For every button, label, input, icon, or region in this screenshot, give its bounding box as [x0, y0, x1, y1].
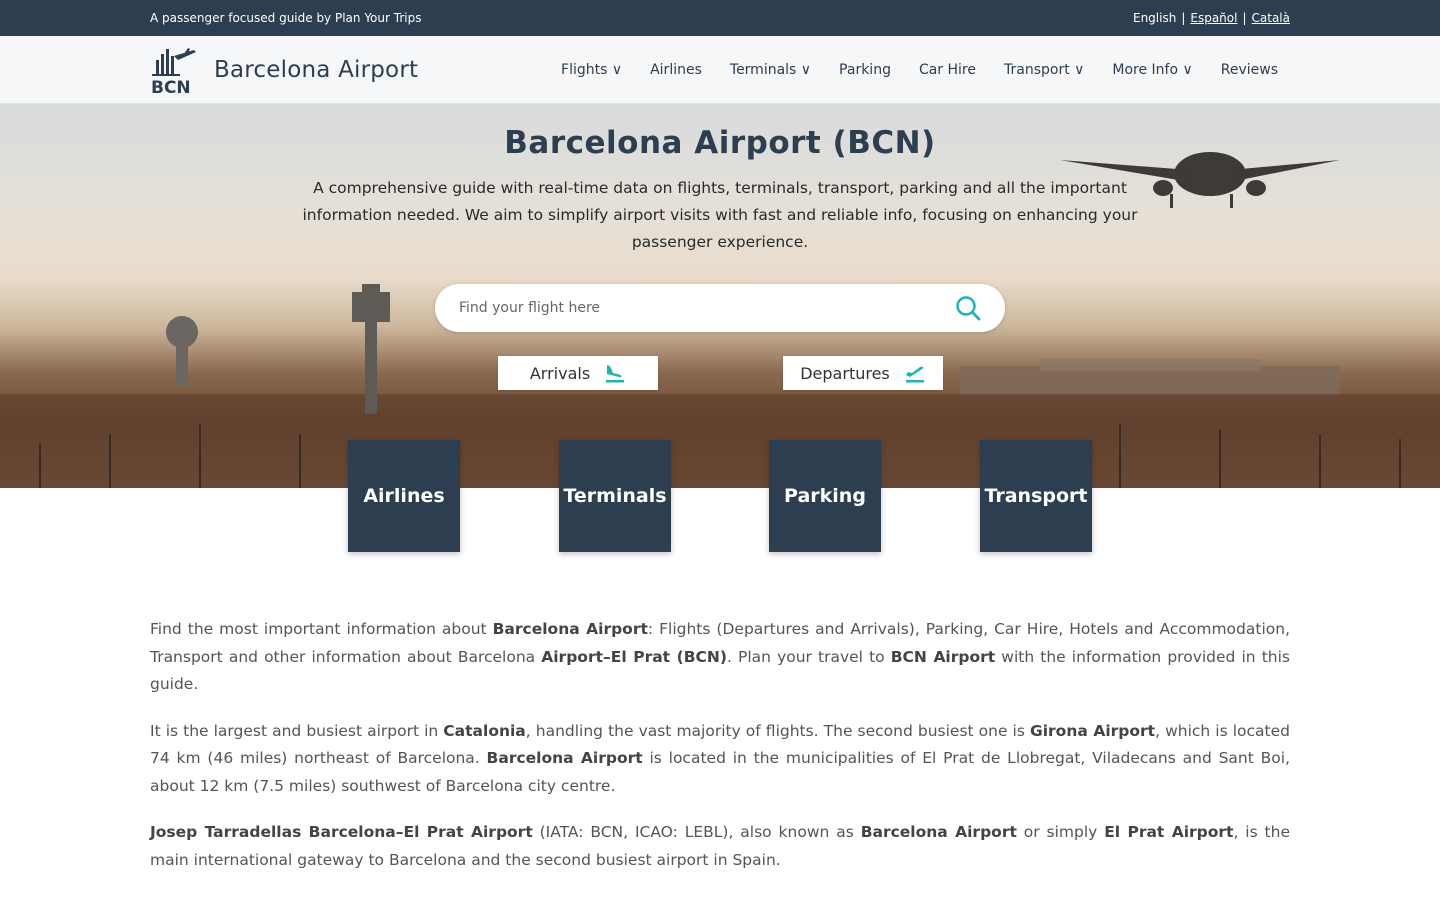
bold-text: Barcelona Airport: [492, 620, 648, 638]
bold-text: BCN Airport: [890, 647, 996, 666]
menu-item-parking[interactable]: Parking: [825, 62, 905, 78]
page-title: Barcelona Airport (BCN): [504, 125, 936, 161]
top-bar: A passenger focused guide by Plan Your T…: [0, 0, 1440, 36]
intro-paragraph-2: It is the largest and busiest airport in…: [150, 718, 1290, 801]
text-run: . Plan your travel to: [726, 647, 891, 666]
flight-search-box: [435, 284, 1005, 332]
intro-paragraph-3: Josep Tarradellas Barcelona–El Prat Airp…: [150, 819, 1290, 874]
bold-text: El Prat Airport: [1104, 823, 1234, 841]
text-run: , handling the vast majority of flights.…: [525, 721, 1030, 740]
hero-section: Barcelona Airport (BCN) A comprehensive …: [0, 104, 1440, 488]
logo-text: BCN: [151, 78, 191, 94]
quick-links: Airlines Terminals Parking Transport: [0, 440, 1440, 552]
lang-catala-link[interactable]: Català: [1252, 11, 1290, 25]
main-menu: Flights ∨ Airlines Terminals ∨ Parking C…: [547, 62, 1290, 78]
bold-text: Barcelona Airport: [486, 749, 643, 767]
text-run: or simply: [1016, 823, 1105, 841]
language-switcher: English | Español | Català: [1133, 11, 1290, 25]
text-run: Find the most important information abou…: [150, 620, 493, 638]
menu-item-flights[interactable]: Flights ∨: [547, 62, 636, 78]
lang-separator: |: [1242, 11, 1247, 25]
plane-landing-icon: [606, 365, 625, 383]
menu-item-transport[interactable]: Transport ∨: [990, 62, 1098, 78]
lang-english: English: [1132, 11, 1177, 25]
bold-text: Catalonia: [443, 721, 526, 740]
search-icon[interactable]: [955, 295, 981, 321]
tile-airlines[interactable]: Airlines: [348, 440, 460, 552]
plane-takeoff-icon: [905, 366, 924, 383]
menu-item-reviews[interactable]: Reviews: [1207, 62, 1290, 78]
text-run: It is the largest and busiest airport in: [150, 721, 444, 740]
tile-parking[interactable]: Parking: [769, 440, 881, 552]
menu-item-more-info[interactable]: More Info ∨: [1098, 62, 1206, 78]
brand-home-link[interactable]: BCN Barcelona Airport: [150, 46, 418, 94]
text-run: (IATA: BCN, ICAO: LEBL), also known as: [532, 823, 861, 841]
arrivals-button[interactable]: Arrivals: [498, 356, 658, 390]
flight-search-input[interactable]: [459, 285, 955, 331]
bold-text: Josep Tarradellas Barcelona–El Prat Airp…: [150, 823, 533, 841]
menu-item-airlines[interactable]: Airlines: [636, 62, 716, 78]
departures-button[interactable]: Departures: [783, 356, 943, 390]
lang-separator: |: [1181, 11, 1186, 25]
bold-text: Barcelona Airport: [860, 823, 1017, 841]
lang-espanol-link[interactable]: Español: [1190, 11, 1237, 25]
tagline: A passenger focused guide by Plan Your T…: [150, 11, 422, 25]
bcn-logo-icon: BCN: [151, 48, 196, 94]
brand-name: Barcelona Airport: [214, 57, 419, 83]
arrivals-label: Arrivals: [529, 363, 591, 383]
bold-text: Airport–El Prat (BCN): [541, 647, 727, 666]
tile-terminals[interactable]: Terminals: [559, 440, 671, 552]
menu-item-car-hire[interactable]: Car Hire: [905, 62, 990, 78]
tile-transport[interactable]: Transport: [980, 440, 1092, 552]
hero-description: A comprehensive guide with real-time dat…: [302, 179, 1138, 251]
intro-paragraph-1: Find the most important information abou…: [150, 616, 1290, 699]
menu-item-terminals[interactable]: Terminals ∨: [716, 62, 825, 78]
hero-content: Barcelona Airport (BCN) A comprehensive …: [0, 104, 1440, 256]
departures-label: Departures: [800, 363, 890, 383]
bold-text: Girona Airport: [1030, 721, 1156, 740]
main-navbar: BCN Barcelona Airport Flights ∨ Airlines…: [0, 36, 1440, 104]
